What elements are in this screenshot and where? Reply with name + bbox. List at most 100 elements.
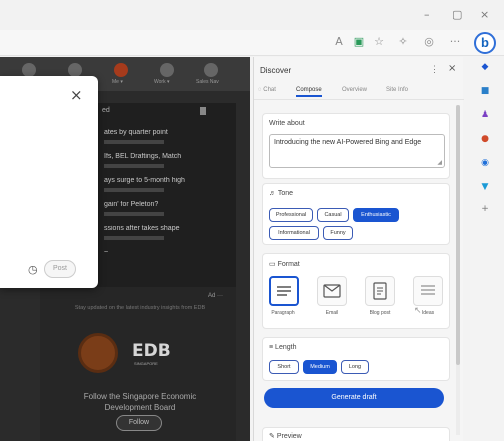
- length-long[interactable]: Long: [341, 360, 369, 374]
- extensions-icon[interactable]: ✧: [394, 33, 412, 51]
- ad-description: Stay updated on the latest industry insi…: [74, 305, 206, 311]
- preview-section: ✎ Preview: [262, 427, 450, 441]
- list-item[interactable]: ates by quarter point: [104, 129, 234, 136]
- list-item-meta: [104, 140, 164, 144]
- maximize-button[interactable]: ▢: [452, 8, 462, 21]
- format-paragraph[interactable]: [269, 276, 299, 306]
- tag-icon[interactable]: ◆: [479, 61, 491, 73]
- length-card: ≡ Length Short Medium Long: [262, 337, 450, 381]
- office-icon[interactable]: ●: [479, 133, 491, 145]
- format-email-label: Email: [325, 310, 339, 316]
- send-icon[interactable]: ▼: [479, 181, 491, 193]
- post-button[interactable]: Post: [44, 260, 76, 278]
- format-icon: ▭: [269, 261, 276, 268]
- scrollbar-thumb[interactable]: [456, 105, 460, 365]
- panel-tabs: ◌ Chat Compose Overview Site Info: [254, 84, 464, 100]
- write-about-input[interactable]: Introducing the new AI-Powered Bing and …: [269, 134, 445, 168]
- tab-overview[interactable]: Overview: [342, 87, 367, 93]
- more-options-icon[interactable]: ⋮: [430, 64, 439, 75]
- ad-avatar[interactable]: [78, 333, 118, 373]
- list-item-meta: [104, 236, 164, 240]
- nav-caption: Work ▾: [154, 79, 170, 85]
- minimize-button[interactable]: –: [424, 8, 430, 21]
- panel-title: Discover: [260, 66, 292, 75]
- ad-text: Follow the Singapore Economic Developmen…: [83, 392, 197, 412]
- ad-logo-sub: SINGAPORE: [134, 361, 158, 366]
- close-window-button[interactable]: ×: [480, 8, 489, 21]
- avatar[interactable]: [114, 63, 128, 77]
- resize-handle-icon[interactable]: ◢: [437, 159, 442, 166]
- list-item[interactable]: ays surge to 5-month high: [104, 177, 234, 184]
- preview-icon: ✎: [269, 433, 275, 440]
- format-ideas[interactable]: [413, 276, 443, 306]
- format-email[interactable]: [317, 276, 347, 306]
- tone-card: ♬ Tone Professional Casual Enthusiastic …: [262, 183, 450, 245]
- people-icon[interactable]: ♟: [479, 109, 491, 121]
- close-panel-icon[interactable]: ×: [448, 63, 456, 74]
- mouse-cursor-icon: ↖: [414, 305, 422, 315]
- reading-icon[interactable]: ▣: [350, 33, 368, 51]
- format-label: Format: [277, 261, 300, 268]
- length-icon: ≡: [269, 344, 274, 351]
- length-short[interactable]: Short: [269, 360, 299, 374]
- tab-icon[interactable]: ☆: [370, 33, 388, 51]
- add-icon[interactable]: +: [479, 203, 491, 215]
- format-blog-post[interactable]: [365, 276, 395, 306]
- tone-casual[interactable]: Casual: [317, 208, 349, 222]
- tab-compose[interactable]: Compose: [296, 87, 322, 97]
- email-icon: [323, 284, 341, 298]
- tone-enthusiastic[interactable]: Enthusiastic: [353, 208, 399, 222]
- list-item[interactable]: gain' for Peleton?: [104, 201, 234, 208]
- feed-heading: ed: [102, 107, 110, 114]
- bing-icon[interactable]: b: [474, 32, 496, 54]
- length-heading: ≡ Length: [269, 344, 296, 351]
- format-heading: ▭ Format: [269, 260, 300, 268]
- generate-draft-button[interactable]: Generate draft: [264, 388, 444, 408]
- title-bar: – ▢ ×: [0, 0, 504, 30]
- length-label: Length: [275, 344, 297, 351]
- preview-heading: ✎ Preview: [269, 432, 302, 440]
- show-more-link[interactable]: ~: [104, 249, 234, 256]
- list-item-meta: [104, 212, 164, 216]
- font-size-icon[interactable]: A: [330, 33, 348, 51]
- tone-label: Tone: [277, 190, 294, 197]
- close-icon[interactable]: ×: [70, 86, 83, 104]
- nav-caption: Sales Nav: [196, 79, 219, 85]
- outlook-icon[interactable]: ◉: [479, 157, 491, 169]
- sales-nav-icon[interactable]: [204, 63, 218, 77]
- list-item[interactable]: Ifs, BEL Draftings, Match: [104, 153, 234, 160]
- flag-icon[interactable]: [200, 107, 206, 115]
- tone-funny[interactable]: Funny: [323, 226, 353, 240]
- panel-scrollbar[interactable]: [456, 105, 460, 435]
- messaging-icon[interactable]: [22, 63, 36, 77]
- nav-caption: Me ▾: [112, 79, 123, 85]
- ad-label[interactable]: Ad ···: [208, 293, 223, 299]
- sponsored-ad: Ad ··· Stay updated on the latest indust…: [40, 287, 236, 441]
- list-item[interactable]: ssions after takes shape: [104, 225, 234, 232]
- tone-informational[interactable]: Informational: [269, 226, 319, 240]
- ideas-icon: [421, 285, 435, 295]
- write-about-card: Write about Introducing the new AI-Power…: [262, 113, 450, 179]
- length-medium[interactable]: Medium: [303, 360, 337, 374]
- more-icon[interactable]: ···: [446, 33, 464, 51]
- shield-icon[interactable]: ◎: [420, 33, 438, 51]
- tone-heading: ♬ Tone: [269, 190, 293, 197]
- write-about-value: Introducing the new AI-Powered Bing and …: [274, 139, 422, 146]
- format-card: ▭ Format Paragraph Email Blog post Ideas: [262, 253, 450, 329]
- list-item-meta: [104, 188, 164, 192]
- notifications-icon[interactable]: [68, 63, 82, 77]
- tab-site-info[interactable]: Site Info: [386, 87, 408, 93]
- discover-panel: Discover ⋮ × ◌ Chat Compose Overview Sit…: [253, 57, 464, 441]
- briefcase-icon[interactable]: ■: [479, 85, 491, 97]
- schedule-icon[interactable]: ◷: [28, 263, 38, 276]
- work-grid-icon[interactable]: [160, 63, 174, 77]
- paragraph-icon: [277, 286, 291, 296]
- tone-icon: ♬: [269, 190, 276, 197]
- tab-chat[interactable]: ◌ Chat: [258, 87, 276, 93]
- blog-post-icon: [373, 282, 387, 300]
- tone-professional[interactable]: Professional: [269, 208, 313, 222]
- edge-sidebar: ◆ ■ ♟ ● ◉ ▼ +: [466, 57, 504, 441]
- format-paragraph-label: Paragraph: [271, 310, 295, 316]
- follow-button[interactable]: Follow: [116, 415, 162, 431]
- browser-toolbar: A ▣ ☆ ✧ ◎ ··· b: [0, 30, 504, 56]
